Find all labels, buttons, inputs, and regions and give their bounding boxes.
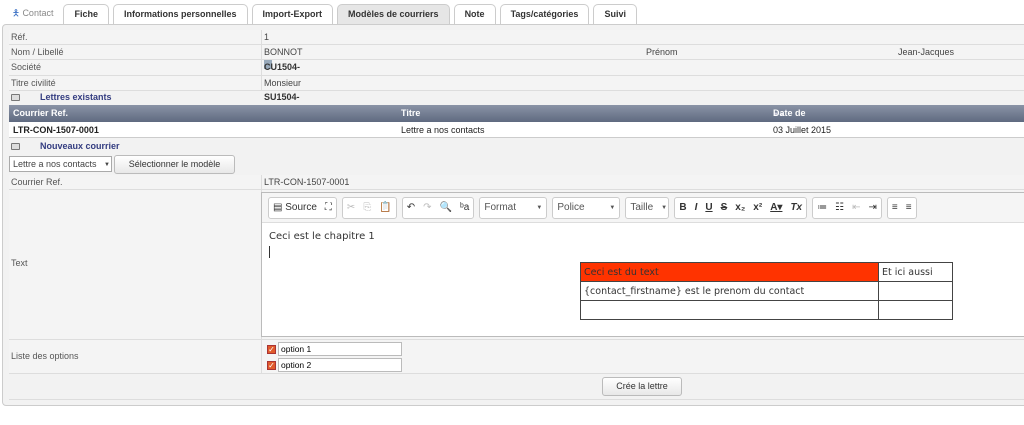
table-row: LTR-CON-1507-0001 Lettre a nos contacts …: [9, 122, 1024, 138]
strike-icon[interactable]: S: [721, 202, 728, 213]
courrier-ref-row: Courrier Ref. LTR-CON-1507-0001: [9, 175, 1024, 190]
option-2-input[interactable]: [278, 358, 402, 372]
cut-icon[interactable]: ✂: [347, 202, 355, 213]
source-button[interactable]: ▤ Source: [273, 202, 317, 213]
collapse-icon: [11, 143, 20, 151]
align-center-icon[interactable]: ≡: [906, 202, 912, 213]
chevron-down-icon: ▼: [661, 204, 668, 211]
paste-icon[interactable]: 📋: [379, 202, 391, 213]
police-combo[interactable]: Police ▼: [552, 196, 621, 219]
format-combo[interactable]: Format ▼: [479, 196, 548, 219]
superscript-icon[interactable]: x²: [753, 202, 762, 213]
undo-icon[interactable]: ↶: [407, 202, 415, 213]
editor-toolbar: ▤ Source ⛶ ✂ ⎘ 📋 ↶ ↷ 🔍 ᵇa Format ▼ Police ▼ Tail…: [262, 193, 1024, 223]
societe-row: SociétéCU1504-0001 - SU1504-0001 - Clien…: [9, 60, 1024, 132]
find-icon[interactable]: 🔍: [440, 202, 452, 213]
align-left-icon[interactable]: ≡: [892, 202, 898, 213]
tab-bar: 🯅 Contact Fiche Informations personnelle…: [6, 4, 637, 24]
tab-fiche[interactable]: Fiche: [63, 4, 109, 24]
new-letter-header[interactable]: Nouveaux courrier: [11, 141, 120, 151]
option-2: ✓: [267, 358, 402, 372]
maximize-icon[interactable]: ⛶: [325, 202, 332, 213]
editor-content[interactable]: Ceci est le chapitre 1: [262, 223, 1024, 266]
underline-icon[interactable]: U: [705, 202, 712, 213]
bullet-list-icon[interactable]: ☷: [835, 202, 844, 213]
text-color-icon[interactable]: A▾: [770, 202, 782, 213]
contact-card: Réf. 1 Nom / Libellé BONNOT Prénom Jean-Jacq…: [2, 24, 1024, 406]
contact-icon: 🯅: [12, 8, 20, 18]
indent-icon[interactable]: ⇥: [868, 202, 876, 213]
tab-note[interactable]: Note: [453, 4, 496, 24]
copy-icon[interactable]: ⎘: [363, 202, 371, 213]
tab-suivi[interactable]: Suivi: [593, 4, 637, 24]
editor-table: Ceci est du text Et ici aussi {contact_fi…: [580, 262, 953, 320]
tab-tags[interactable]: Tags/catégories: [499, 4, 590, 24]
chevron-down-icon: ▼: [609, 204, 616, 211]
option-1-checkbox[interactable]: ✓: [267, 344, 276, 354]
nom-row: Nom / Libellé BONNOT Prénom Jean-Jacques: [9, 45, 1024, 60]
collapse-icon: [11, 94, 20, 102]
numbered-list-icon[interactable]: ≔: [817, 202, 827, 213]
chevron-down-icon: ▼: [104, 162, 110, 168]
tab-import-export[interactable]: Import-Export: [251, 4, 334, 24]
tab-informations[interactable]: Informations personnelles: [112, 4, 248, 24]
outdent-icon[interactable]: ⇤: [852, 202, 860, 213]
letters-table-header: Courrier Ref. Titre Date de création▼▲: [9, 105, 1024, 135]
option-1-input[interactable]: [278, 342, 402, 356]
bold-icon[interactable]: B: [679, 202, 686, 213]
replace-icon[interactable]: ᵇa: [460, 202, 469, 213]
taille-combo[interactable]: Taille ▼: [625, 196, 670, 219]
text-cursor: [269, 246, 270, 258]
titre-row: Titre civilité Monsieur: [9, 76, 1024, 91]
select-template-button[interactable]: Sélectionner le modèle: [114, 155, 235, 174]
italic-icon[interactable]: I: [695, 202, 698, 213]
chevron-down-icon: ▼: [536, 204, 543, 211]
tab-contact[interactable]: 🯅 Contact: [6, 4, 60, 24]
rich-text-editor[interactable]: ▤ Source ⛶ ✂ ⎘ 📋 ↶ ↷ 🔍 ᵇa Format ▼ Police ▼ Tail…: [261, 192, 1024, 337]
existing-letters-header[interactable]: Lettres existants: [11, 92, 112, 102]
options-row: Liste des options: [9, 340, 1024, 374]
ref-row: Réf. 1: [9, 30, 1024, 45]
template-select[interactable]: Lettre a nos contacts ▼: [9, 156, 112, 172]
option-1: ✓: [267, 342, 402, 356]
tab-modeles[interactable]: Modèles de courriers: [337, 4, 450, 24]
subscript-icon[interactable]: x₂: [735, 202, 745, 213]
option-2-checkbox[interactable]: ✓: [267, 360, 276, 370]
redo-icon[interactable]: ↷: [423, 202, 431, 213]
create-letter-button[interactable]: Crée la lettre: [602, 377, 682, 396]
remove-format-icon[interactable]: Tx: [790, 202, 802, 213]
